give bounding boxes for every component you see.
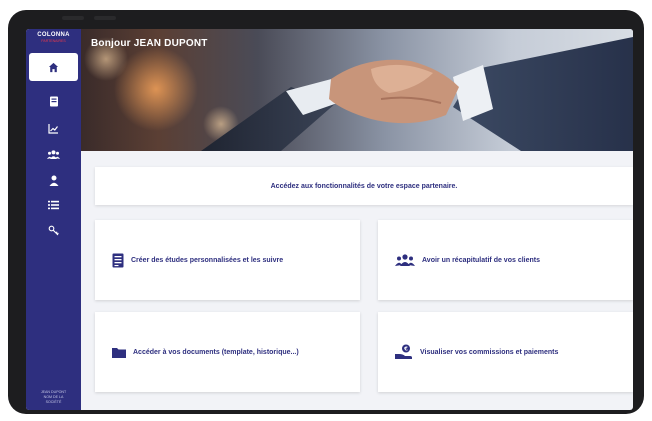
user-icon: [49, 175, 58, 186]
file-icon: [49, 96, 58, 106]
greeting-title: Bonjour JEAN DUPONT: [91, 38, 208, 49]
card-documents[interactable]: Accéder à vos documents (template, histo…: [95, 312, 360, 392]
app-screen: COLONNA PARTENAIRES JEAN DUPONT NOM DE L…: [26, 29, 633, 410]
card-label: Visualiser vos commissions et paiements: [420, 348, 559, 356]
users-icon: [47, 150, 60, 159]
card-icon-wrapper: [395, 253, 415, 267]
intro-text: Accédez aux fonctionnalités de votre esp…: [270, 182, 458, 190]
device-button: [94, 16, 116, 20]
money-hand-icon: €: [395, 344, 412, 359]
card-clients-summary[interactable]: Avoir un récapitulatif de vos clients: [378, 220, 633, 300]
sidebar-item-profile[interactable]: [26, 170, 81, 190]
card-create-studies[interactable]: Créer des études personnalisées et les s…: [95, 220, 360, 300]
brand-subtitle: PARTENAIRES: [41, 39, 66, 43]
folder-icon: [112, 347, 126, 358]
group-icon: [395, 253, 415, 266]
sidebar-item-statistics[interactable]: [26, 118, 81, 138]
sidebar-user-info[interactable]: JEAN DUPONT NOM DE LA SOCIÉTÉ: [26, 390, 81, 405]
card-commissions[interactable]: € Visualiser vos commissions et paiement…: [378, 312, 633, 392]
sidebar-item-studies[interactable]: [26, 91, 81, 111]
sidebar-item-access[interactable]: [26, 220, 81, 240]
sidebar-item-list[interactable]: [26, 195, 81, 215]
card-icon-wrapper: [112, 253, 124, 268]
intro-banner: Accédez aux fonctionnalités de votre esp…: [95, 167, 633, 205]
sidebar: COLONNA PARTENAIRES JEAN DUPONT NOM DE L…: [26, 29, 81, 410]
card-label: Créer des études personnalisées et les s…: [131, 256, 284, 264]
device-button: [62, 16, 84, 20]
list-icon: [48, 200, 59, 210]
card-label: Accéder à vos documents (template, histo…: [133, 348, 299, 356]
svg-text:€: €: [403, 347, 408, 353]
sidebar-item-clients[interactable]: [26, 145, 81, 165]
document-icon: [112, 253, 124, 267]
brand-logo[interactable]: COLONNA PARTENAIRES: [26, 32, 81, 43]
sidebar-item-home[interactable]: [29, 53, 78, 81]
home-icon: [48, 62, 59, 72]
card-label: Avoir un récapitulatif de vos clients: [422, 256, 540, 264]
chart-icon: [48, 123, 58, 134]
card-icon-wrapper: €: [395, 344, 413, 360]
hero-banner: Bonjour JEAN DUPONT: [81, 29, 633, 151]
card-icon-wrapper: [112, 347, 126, 358]
company-name-line2: SOCIÉTÉ: [45, 400, 62, 404]
keys-icon: [48, 225, 59, 235]
brand-name: COLONNA: [37, 32, 70, 38]
